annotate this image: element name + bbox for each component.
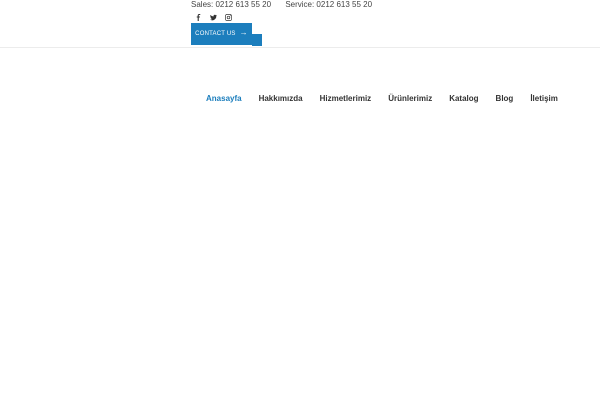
nav-item-iletisim[interactable]: İletişim (530, 94, 558, 103)
instagram-icon[interactable] (224, 13, 233, 21)
nav-item-anasayfa[interactable]: Anasayfa (206, 94, 242, 103)
contact-us-button[interactable]: CONTACT US → (191, 23, 252, 45)
main-nav: Anasayfa Hakkımızda Hizmetlerimiz Ürünle… (206, 94, 558, 103)
twitter-icon[interactable] (209, 13, 218, 21)
contact-button-tab (252, 34, 262, 46)
nav-item-urunlerimiz[interactable]: Ürünlerimiz (388, 94, 432, 103)
nav-item-katalog[interactable]: Katalog (449, 94, 478, 103)
top-bar: Sales: 0212 613 55 20 Service: 0212 613 … (0, 0, 600, 48)
facebook-icon[interactable] (194, 13, 203, 21)
service-phone[interactable]: Service: 0212 613 55 20 (285, 0, 372, 10)
arrow-right-icon: → (239, 28, 248, 37)
nav-item-hizmetlerimiz[interactable]: Hizmetlerimiz (320, 94, 372, 103)
nav-item-hakkimizda[interactable]: Hakkımızda (259, 94, 303, 103)
nav-item-blog[interactable]: Blog (496, 94, 514, 103)
social-links (194, 13, 233, 21)
contact-info: Sales: 0212 613 55 20 Service: 0212 613 … (191, 0, 372, 10)
contact-us-label: CONTACT US (195, 31, 236, 37)
sales-phone[interactable]: Sales: 0212 613 55 20 (191, 0, 271, 10)
